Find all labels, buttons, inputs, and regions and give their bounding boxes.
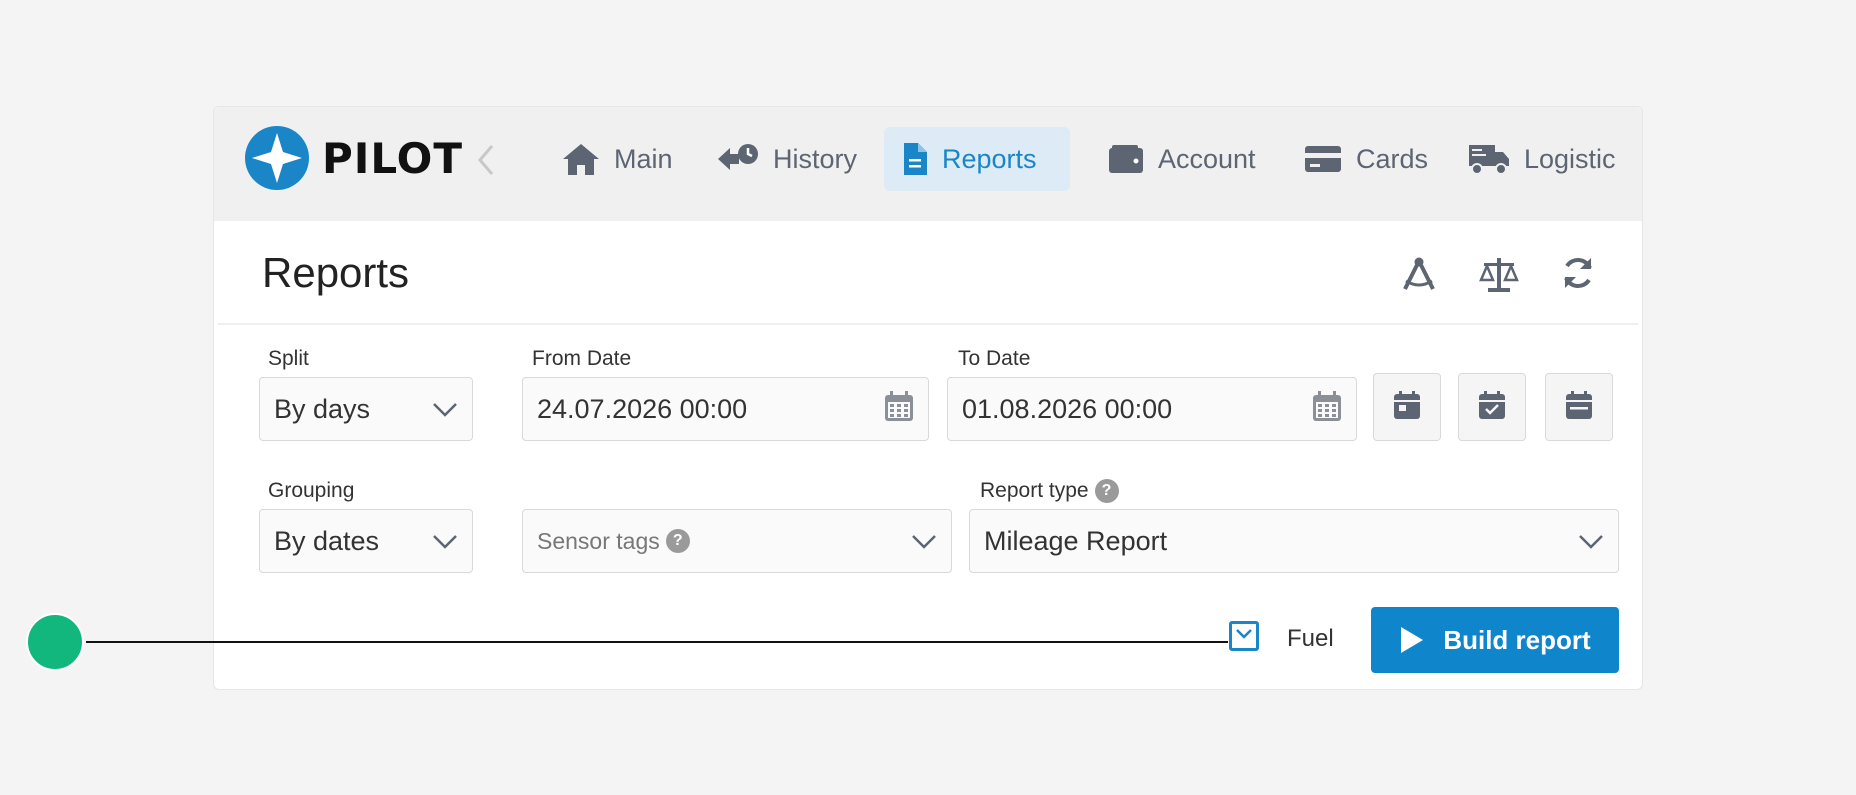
nav-item-label: Reports: [942, 143, 1037, 174]
to-date-label: To Date: [958, 347, 1031, 370]
report-type-value: Mileage Report: [984, 525, 1168, 556]
nav-item-logistic[interactable]: Logistic: [1450, 127, 1634, 191]
scales-icon[interactable]: [1478, 255, 1520, 298]
calendar-icon[interactable]: [884, 390, 914, 429]
app-window: PILOT Main History Reports Account Cards…: [213, 106, 1643, 690]
pilot-logo-icon: [245, 126, 309, 190]
play-icon: [1399, 625, 1425, 655]
build-report-button[interactable]: Build report: [1371, 607, 1619, 673]
refresh-icon[interactable]: [1560, 255, 1596, 298]
credit-card-icon: [1304, 145, 1342, 173]
report-type-label-row: Report type ?: [980, 479, 1119, 503]
from-date-input[interactable]: 24.07.2026 00:00: [522, 377, 929, 441]
report-type-label: Report type: [980, 479, 1089, 502]
report-type-select[interactable]: Mileage Report: [969, 509, 1619, 573]
split-label: Split: [268, 347, 309, 370]
chevron-down-icon: [432, 394, 458, 425]
brand-name: PILOT: [322, 133, 464, 183]
grouping-label: Grouping: [268, 479, 355, 502]
calendar-range-icon: [1565, 390, 1593, 425]
pilot-logo[interactable]: PILOT: [244, 125, 463, 191]
calendar-check-icon: [1478, 390, 1506, 425]
to-date-value: 01.08.2026 00:00: [962, 393, 1173, 424]
checkmark-icon: [1235, 627, 1253, 645]
nav-item-main[interactable]: Main: [544, 127, 691, 191]
to-date-input[interactable]: 01.08.2026 00:00: [947, 377, 1357, 441]
help-icon[interactable]: ?: [665, 529, 690, 553]
annotation-marker: [26, 613, 84, 671]
header-actions: [1400, 255, 1596, 298]
sensor-tags-label: Sensor tags: [537, 527, 660, 554]
compass-icon[interactable]: [1400, 255, 1438, 298]
help-icon[interactable]: ?: [1094, 479, 1119, 503]
fuel-label[interactable]: Fuel: [1287, 625, 1334, 653]
nav-item-label: Cards: [1356, 143, 1429, 174]
split-value: By days: [274, 393, 371, 424]
wallet-icon: [1108, 144, 1144, 174]
nav-item-history[interactable]: History: [699, 127, 875, 191]
annotation-line: [86, 641, 1228, 643]
sensor-tags-placeholder: Sensor tags ?: [537, 528, 911, 555]
chevron-down-icon: [432, 526, 458, 557]
calendar-day-icon: [1393, 390, 1421, 425]
nav-item-reports[interactable]: Reports: [884, 127, 1070, 191]
chevron-down-icon: [911, 526, 937, 557]
nav-item-label: Account: [1158, 143, 1256, 174]
chevron-left-icon[interactable]: [476, 143, 496, 182]
nav-item-account[interactable]: Account: [1090, 127, 1274, 191]
history-icon: [717, 143, 759, 175]
sensor-tags-select[interactable]: Sensor tags ?: [522, 509, 952, 573]
from-date-label: From Date: [532, 347, 632, 370]
nav-item-label: Main: [614, 143, 673, 174]
page-title: Reports: [262, 249, 410, 296]
today-button[interactable]: [1373, 373, 1441, 441]
month-button[interactable]: [1545, 373, 1613, 441]
build-report-label: Build report: [1443, 624, 1591, 655]
from-date-value: 24.07.2026 00:00: [537, 393, 748, 424]
chevron-down-icon: [1578, 526, 1604, 557]
home-icon: [562, 142, 600, 176]
top-navigation-bar: PILOT Main History Reports Account Cards…: [214, 107, 1642, 221]
document-icon: [902, 142, 928, 176]
week-button[interactable]: [1458, 373, 1526, 441]
nav-item-label: Logistic: [1524, 143, 1616, 174]
split-select[interactable]: By days: [259, 377, 473, 441]
grouping-select[interactable]: By dates: [259, 509, 473, 573]
nav-item-cards[interactable]: Cards: [1286, 127, 1446, 191]
truck-icon: [1468, 142, 1510, 176]
grouping-value: By dates: [274, 525, 380, 556]
header-divider: [218, 323, 1638, 325]
nav-item-label: History: [773, 143, 858, 174]
fuel-checkbox[interactable]: [1229, 621, 1259, 651]
calendar-icon[interactable]: [1312, 390, 1342, 429]
